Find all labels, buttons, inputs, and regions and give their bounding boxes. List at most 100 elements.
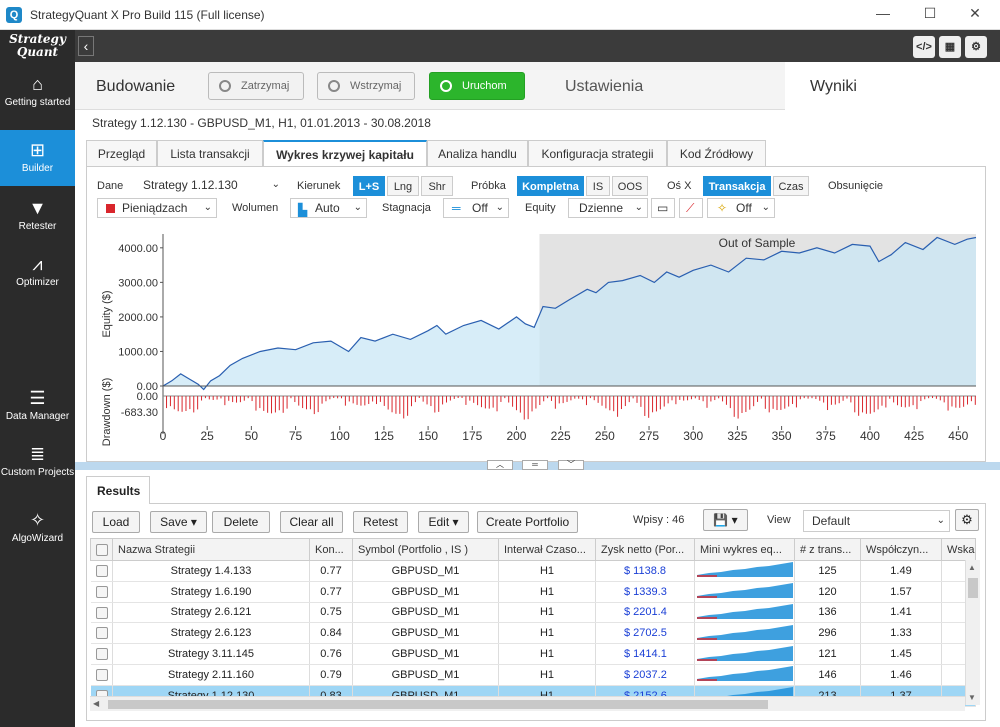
col-indicator[interactable]: Wska	[941, 538, 976, 561]
scroll-up-icon[interactable]: ▲	[968, 563, 976, 572]
delete-button[interactable]: Delete	[212, 511, 270, 533]
row-checkbox-cell[interactable]	[90, 581, 113, 603]
sidebar-item-algowizard[interactable]: ✧ AlgoWizard	[0, 510, 75, 560]
table-row[interactable]: Strategy 1.4.133 0.77 GBPUSD_M1 H1 $ 1138.8 1…	[90, 560, 976, 582]
sidebar-item-retester[interactable]: ▼ Retester	[0, 198, 75, 248]
splitter-middle-button[interactable]: ═	[522, 460, 548, 470]
table-row[interactable]: Strategy 3.11.145 0.76 GBPUSD_M1 H1 $ 1414.1…	[90, 643, 976, 665]
extra-overlay-select[interactable]: ✧ Off ⌄	[707, 198, 775, 218]
row-checkbox[interactable]	[95, 627, 108, 640]
tab-equity-chart[interactable]: Wykres krzywej kapitału	[263, 140, 427, 167]
row-checkbox[interactable]	[95, 606, 108, 619]
col-symbol[interactable]: Symbol (Portfolio , IS )	[352, 538, 499, 561]
maximize-button[interactable]: ☐	[915, 5, 945, 22]
sidebar-item-custom-projects[interactable]: ≣ Custom Projects	[0, 444, 75, 500]
x-axis-time-button[interactable]: Czas	[773, 176, 809, 196]
clear-all-button[interactable]: Clear all	[280, 511, 343, 533]
tab-strategy-config[interactable]: Konfiguracja strategii	[528, 140, 667, 167]
pause-button[interactable]: Wstrzymaj	[317, 72, 415, 100]
col-timeframe[interactable]: Interwał Czaso...	[498, 538, 596, 561]
table-row[interactable]: Strategy 2.6.123 0.84 GBPUSD_M1 H1 $ 2702.5 2…	[90, 622, 976, 645]
code-view-button[interactable]: </>	[913, 36, 935, 58]
tab-settings[interactable]: Ustawienia	[565, 78, 643, 96]
plus-icon: ⊞	[29, 140, 46, 160]
collapse-sidebar-button[interactable]: ‹	[78, 36, 94, 56]
col-net-profit[interactable]: Zysk netto (Por...	[595, 538, 695, 561]
tab-source-code[interactable]: Kod Źródłowy	[667, 140, 766, 167]
data-select-value: Strategy 1.12.130	[143, 178, 238, 192]
row-checkbox-cell[interactable]	[90, 560, 113, 582]
stagnation-select[interactable]: ═ Off ⌄	[443, 198, 509, 218]
tab-trade-list[interactable]: Lista transakcji	[157, 140, 263, 167]
settings-gear-button[interactable]: ⚙	[965, 36, 987, 58]
load-button[interactable]: Load	[92, 511, 140, 533]
equity-period-select[interactable]: Dzienne ⌄	[568, 198, 648, 218]
sample-is-button[interactable]: IS	[586, 176, 610, 196]
view-settings-button[interactable]: ⚙	[955, 509, 979, 531]
scroll-left-icon[interactable]: ◀	[93, 699, 99, 708]
splitter-up-button[interactable]: ︿	[487, 460, 513, 470]
layout-grid-button[interactable]: ▦	[939, 36, 961, 58]
hscroll-thumb[interactable]	[108, 700, 768, 709]
sample-complete-button[interactable]: Kompletna	[517, 176, 584, 196]
trend-toggle-button[interactable]: ⟋	[679, 198, 703, 218]
table-row[interactable]: Strategy 1.6.190 0.77 GBPUSD_M1 H1 $ 1339.3 1…	[90, 581, 976, 603]
tab-overview[interactable]: Przegląd	[86, 140, 157, 167]
cell-timeframe: H1	[498, 664, 596, 686]
splitter-down-button[interactable]: ﹀	[558, 460, 584, 470]
sidebar-item-optimizer[interactable]: ⩘ Optimizer	[0, 254, 75, 304]
table-row[interactable]: Strategy 2.6.121 0.75 GBPUSD_M1 H1 $ 2201.4 1…	[90, 602, 976, 624]
row-checkbox[interactable]	[95, 648, 108, 661]
scroll-thumb[interactable]	[968, 578, 978, 598]
select-all-checkbox[interactable]	[96, 543, 108, 556]
table-row[interactable]: Strategy 2.11.160 0.79 GBPUSD_M1 H1 $ 2037.2…	[90, 664, 976, 686]
direction-long-button[interactable]: Lng	[387, 176, 419, 196]
y-tick-label: 3000.00	[118, 277, 158, 289]
cell-ratio: 1.46	[860, 664, 942, 686]
col-strategy-name[interactable]: Nazwa Strategii	[112, 538, 310, 561]
minimize-button[interactable]: —	[868, 5, 898, 21]
create-portfolio-button[interactable]: Create Portfolio	[477, 511, 578, 533]
start-button[interactable]: Uruchom	[429, 72, 525, 100]
col-trades[interactable]: # z trans...	[794, 538, 861, 561]
row-checkbox[interactable]	[95, 668, 108, 681]
close-button[interactable]: ✕	[960, 5, 990, 22]
sidebar-item-data-manager[interactable]: ☰ Data Manager	[0, 388, 75, 438]
calendar-toggle-button[interactable]: ▭	[651, 198, 675, 218]
tab-results-databank[interactable]: Results	[86, 476, 150, 504]
stop-button[interactable]: Zatrzymaj	[208, 72, 304, 100]
table-vertical-scrollbar[interactable]: ▲ ▼	[965, 560, 980, 705]
row-checkbox-cell[interactable]	[90, 602, 113, 624]
units-select[interactable]: Pieniądzach ⌄	[97, 198, 217, 218]
tab-trade-analysis[interactable]: Analiza handlu	[427, 140, 528, 167]
sample-oos-button[interactable]: OOS	[612, 176, 648, 196]
direction-short-button[interactable]: Shr	[421, 176, 453, 196]
tab-results[interactable]: Wyniki	[785, 62, 1000, 110]
cell-net-profit: $ 2702.5	[595, 622, 695, 645]
volume-select[interactable]: ▙ Auto ⌄	[290, 198, 367, 218]
sidebar-item-builder[interactable]: ⊞ Builder	[0, 130, 75, 186]
chevron-down-icon: ⌄	[634, 202, 643, 213]
x-tick-label: 350	[772, 429, 792, 443]
edit-button[interactable]: Edit ▾	[418, 511, 469, 533]
row-checkbox-cell[interactable]	[90, 664, 113, 686]
direction-ls-button[interactable]: L+S	[353, 176, 385, 196]
table-horizontal-scrollbar[interactable]: ◀	[90, 696, 965, 711]
row-checkbox[interactable]	[95, 564, 108, 577]
save-button[interactable]: Save ▾	[150, 511, 207, 533]
save-view-button[interactable]: 💾 ▾	[703, 509, 748, 531]
data-select[interactable]: Strategy 1.12.130 ⌄	[137, 176, 284, 196]
x-axis-trade-button[interactable]: Transakcja	[703, 176, 771, 196]
col-kon[interactable]: Kon...	[309, 538, 353, 561]
view-select[interactable]: Default ⌄	[803, 510, 950, 532]
retest-button[interactable]: Retest	[353, 511, 408, 533]
chevron-down-icon: ⌄	[761, 202, 770, 213]
row-checkbox-cell[interactable]	[90, 622, 113, 645]
row-checkbox-cell[interactable]	[90, 643, 113, 665]
col-mini-equity[interactable]: Mini wykres eq...	[694, 538, 795, 561]
scroll-down-icon[interactable]: ▼	[968, 693, 976, 702]
col-ratio[interactable]: Współczyn...	[860, 538, 942, 561]
sidebar-item-getting-started[interactable]: ⌂ Getting started	[0, 70, 75, 130]
row-checkbox[interactable]	[95, 585, 108, 598]
select-all-header[interactable]	[90, 538, 113, 561]
